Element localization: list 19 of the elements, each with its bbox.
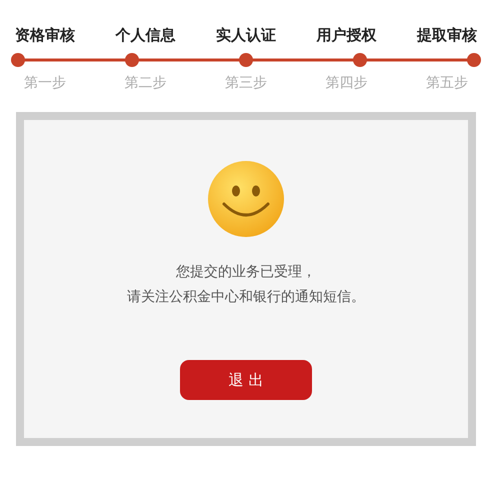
step-dot <box>239 53 253 67</box>
step-label: 第二步 <box>124 74 168 92</box>
step-label: 第四步 <box>324 74 368 92</box>
step-dot <box>125 53 139 67</box>
message-text: 您提交的业务已受理， <box>176 263 316 282</box>
step-dot <box>353 53 367 67</box>
step-title: 用户授权 <box>315 26 378 44</box>
step-title: 个人信息 <box>114 26 176 44</box>
step-title: 提取审核 <box>416 26 478 44</box>
step-label: 第五步 <box>425 74 469 92</box>
step-label: 第一步 <box>23 74 67 92</box>
exit-button[interactable]: 退 出 <box>180 360 312 400</box>
message-text: 请关注公积金中心和银行的通知短信。 <box>127 288 365 307</box>
step-label: 第三步 <box>224 74 268 92</box>
step-title: 资格审核 <box>14 26 76 44</box>
step-dot <box>11 53 25 67</box>
step-title: 实人认证 <box>215 26 277 44</box>
smiley-icon <box>207 160 285 238</box>
step-dot <box>467 53 481 67</box>
